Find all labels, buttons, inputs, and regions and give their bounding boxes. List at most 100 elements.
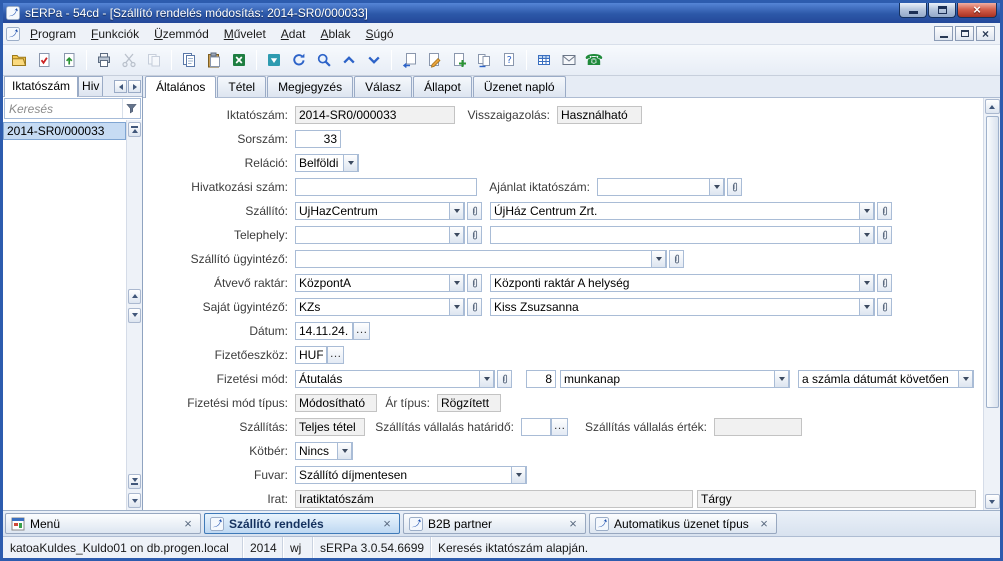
- szallito-code-combo[interactable]: UjHazCentrum: [295, 202, 465, 220]
- combo-dropdown-button[interactable]: [859, 274, 874, 292]
- close-tab-icon[interactable]: [566, 517, 580, 531]
- minimize-button[interactable]: [899, 3, 927, 18]
- hatarido-egyseg-combo[interactable]: munkanap: [560, 370, 790, 388]
- mail-button[interactable]: [557, 48, 581, 72]
- attachment-button[interactable]: [467, 226, 482, 244]
- window-tab-menu[interactable]: Menü: [5, 513, 201, 534]
- scroll-up-button[interactable]: [985, 99, 1000, 114]
- combo-dropdown-button[interactable]: [859, 298, 874, 316]
- title-bar[interactable]: sERPa - 54cd - [Szállító rendelés módosí…: [3, 3, 1000, 23]
- combo-dropdown-button[interactable]: [859, 226, 874, 244]
- date-picker-button[interactable]: [353, 322, 370, 340]
- tab-valasz[interactable]: Válasz: [354, 76, 412, 97]
- window-tab-b2b-partner[interactable]: B2B partner: [403, 513, 586, 534]
- tab-altalanos[interactable]: Általános: [145, 76, 216, 98]
- tab-scroll-right-button[interactable]: [128, 80, 141, 93]
- open-button[interactable]: [7, 48, 31, 72]
- window-tab-automatikus-uzenet[interactable]: Automatikus üzenet típus: [589, 513, 777, 534]
- close-tab-icon[interactable]: [757, 517, 771, 531]
- attachment-button[interactable]: [877, 274, 892, 292]
- combo-dropdown-button[interactable]: [958, 370, 973, 388]
- attachment-button[interactable]: [727, 178, 742, 196]
- refresh-button[interactable]: [287, 48, 311, 72]
- doc-copy-button[interactable]: [472, 48, 496, 72]
- print-button[interactable]: [92, 48, 116, 72]
- combo-dropdown-button[interactable]: [709, 178, 724, 196]
- combo-dropdown-button[interactable]: [449, 226, 464, 244]
- sajat-ugyintezo-name-combo[interactable]: Kiss Zsuzsanna: [490, 298, 875, 316]
- table-view-button[interactable]: [532, 48, 556, 72]
- form-scrollbar[interactable]: [983, 98, 1000, 510]
- menu-ablak[interactable]: Ablak: [313, 24, 357, 44]
- combo-dropdown-button[interactable]: [449, 202, 464, 220]
- fizetesi-mod-combo[interactable]: Átutalás: [295, 370, 495, 388]
- modify-button[interactable]: [32, 48, 56, 72]
- telephely-code-combo[interactable]: [295, 226, 465, 244]
- export-button[interactable]: [57, 48, 81, 72]
- attachment-button[interactable]: [497, 370, 512, 388]
- menu-uzemmod[interactable]: Üzemmód: [147, 24, 216, 44]
- zoom-button[interactable]: [312, 48, 336, 72]
- scroll-down-button[interactable]: [128, 308, 141, 323]
- mdi-close-button[interactable]: [976, 26, 995, 41]
- doc-edit-button[interactable]: [422, 48, 446, 72]
- combo-dropdown-button[interactable]: [343, 154, 358, 172]
- tab-allapot[interactable]: Állapot: [413, 76, 472, 97]
- currency-picker-button[interactable]: [327, 346, 344, 364]
- combo-dropdown-button[interactable]: [449, 274, 464, 292]
- szallitas-vallalas-hatarido-input[interactable]: [521, 418, 551, 436]
- kotber-combo[interactable]: Nincs: [295, 442, 353, 460]
- copy-button[interactable]: [142, 48, 166, 72]
- attachment-button[interactable]: [877, 202, 892, 220]
- sorszam-input[interactable]: [295, 130, 341, 148]
- list-item[interactable]: 2014-SR0/000033: [3, 122, 126, 140]
- paste-document-button[interactable]: [202, 48, 226, 72]
- scroll-up-button[interactable]: [128, 289, 141, 304]
- scroll-down-button-2[interactable]: [128, 493, 141, 508]
- fizetesi-hatarido-napok-input[interactable]: [526, 370, 556, 388]
- tab-uzenet-naplo[interactable]: Üzenet napló: [473, 76, 566, 97]
- doc-help-button[interactable]: ?: [497, 48, 521, 72]
- copy-document-button[interactable]: [177, 48, 201, 72]
- irat-targy-field[interactable]: Tárgy: [697, 490, 976, 508]
- excel-export-button[interactable]: [227, 48, 251, 72]
- mdi-restore-button[interactable]: [955, 26, 974, 41]
- atvevo-raktar-code-combo[interactable]: KözpontA: [295, 274, 465, 292]
- list-scrollbar[interactable]: [126, 120, 142, 510]
- maximize-button[interactable]: [928, 3, 956, 18]
- menu-muvelet[interactable]: Művelet: [217, 24, 273, 44]
- close-tab-icon[interactable]: [181, 517, 195, 531]
- doc-backward-button[interactable]: [397, 48, 421, 72]
- combo-dropdown-button[interactable]: [774, 370, 789, 388]
- previous-button[interactable]: [337, 48, 361, 72]
- combo-dropdown-button[interactable]: [479, 370, 494, 388]
- combo-dropdown-button[interactable]: [449, 298, 464, 316]
- close-tab-icon[interactable]: [380, 517, 394, 531]
- atvevo-raktar-name-combo[interactable]: Központi raktár A helység: [490, 274, 875, 292]
- irat-iktatoszam-field[interactable]: Iratiktatószám: [295, 490, 693, 508]
- szallito-ugyintezo-combo[interactable]: [295, 250, 667, 268]
- attachment-button[interactable]: [467, 202, 482, 220]
- next-button[interactable]: [362, 48, 386, 72]
- tab-hivatkozasi[interactable]: Hiv: [78, 76, 103, 96]
- scroll-to-top-button[interactable]: [128, 122, 141, 137]
- tab-iktatoszam[interactable]: Iktatószám: [4, 76, 78, 97]
- hivatkozasi-szam-input[interactable]: [295, 178, 477, 196]
- combo-dropdown-button[interactable]: [511, 466, 526, 484]
- combo-dropdown-button[interactable]: [859, 202, 874, 220]
- scroll-to-bottom-button[interactable]: [128, 474, 141, 489]
- filter-button[interactable]: [262, 48, 286, 72]
- menu-sugo[interactable]: Súgó: [359, 24, 401, 44]
- date-picker-button[interactable]: [551, 418, 568, 436]
- fizetoeszkoz-input[interactable]: [295, 346, 327, 364]
- scroll-down-button[interactable]: [985, 494, 1000, 509]
- attachment-button[interactable]: [877, 226, 892, 244]
- hatarido-alap-combo[interactable]: a számla dátumát követően: [798, 370, 974, 388]
- close-button[interactable]: [957, 3, 997, 18]
- phone-button[interactable]: [582, 48, 606, 72]
- scrollbar-thumb[interactable]: [986, 116, 999, 408]
- attachment-button[interactable]: [467, 274, 482, 292]
- attachment-button[interactable]: [669, 250, 684, 268]
- mdi-minimize-button[interactable]: [934, 26, 953, 41]
- datum-input[interactable]: [295, 322, 353, 340]
